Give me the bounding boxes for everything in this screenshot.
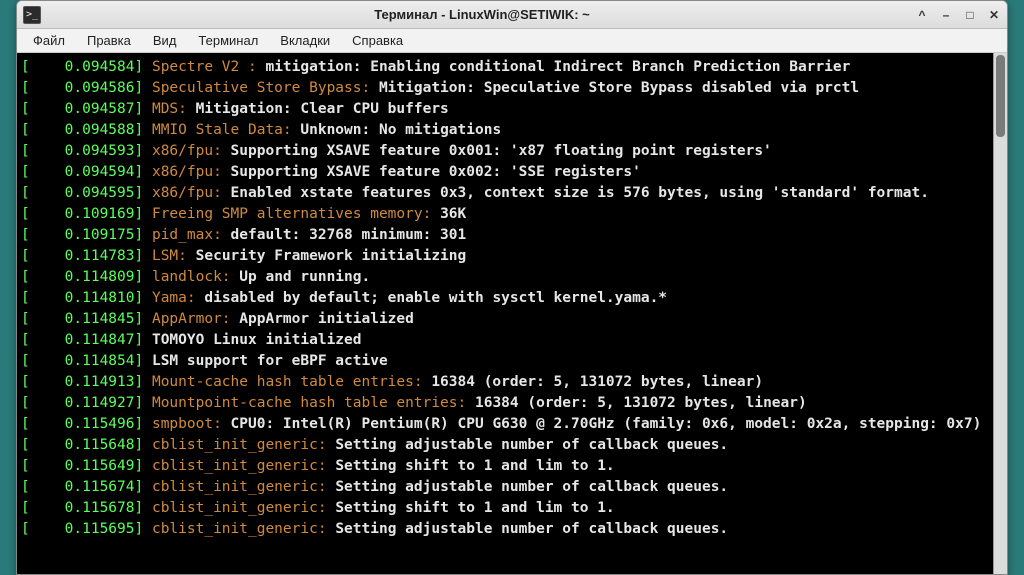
log-line: [ 0.094587] MDS: Mitigation: Clear CPU b… xyxy=(21,99,987,120)
log-line: [ 0.114810] Yama: disabled by default; e… xyxy=(21,288,987,309)
menu-terminal[interactable]: Терминал xyxy=(188,31,268,50)
log-line: [ 0.094594] x86/fpu: Supporting XSAVE fe… xyxy=(21,162,987,183)
menu-help[interactable]: Справка xyxy=(342,31,413,50)
close-icon[interactable]: ✕ xyxy=(987,8,1001,22)
menu-file[interactable]: Файл xyxy=(23,31,75,50)
log-line: [ 0.114783] LSM: Security Framework init… xyxy=(21,246,987,267)
log-line: [ 0.115695] cblist_init_generic: Setting… xyxy=(21,519,987,540)
terminal-window: >_ Терминал - LinuxWin@SETIWIK: ~ ^ – □ … xyxy=(16,0,1008,575)
menu-tabs[interactable]: Вкладки xyxy=(270,31,340,50)
log-line: [ 0.109169] Freeing SMP alternatives mem… xyxy=(21,204,987,225)
log-line: [ 0.114847] TOMOYO Linux initialized xyxy=(21,330,987,351)
log-line: [ 0.115649] cblist_init_generic: Setting… xyxy=(21,456,987,477)
log-line: [ 0.109175] pid_max: default: 32768 mini… xyxy=(21,225,987,246)
menubar: Файл Правка Вид Терминал Вкладки Справка xyxy=(17,29,1007,53)
terminal-output[interactable]: [ 0.094584] Spectre V2 : mitigation: Ena… xyxy=(17,53,993,574)
log-line: [ 0.114854] LSM support for eBPF active xyxy=(21,351,987,372)
terminal-icon: >_ xyxy=(23,6,41,24)
log-line: [ 0.114845] AppArmor: AppArmor initializ… xyxy=(21,309,987,330)
titlebar[interactable]: >_ Терминал - LinuxWin@SETIWIK: ~ ^ – □ … xyxy=(17,1,1007,29)
log-line: [ 0.114913] Mount-cache hash table entri… xyxy=(21,372,987,393)
log-line: [ 0.094595] x86/fpu: Enabled xstate feat… xyxy=(21,183,987,204)
maximize-icon[interactable]: □ xyxy=(963,8,977,22)
log-line: [ 0.115674] cblist_init_generic: Setting… xyxy=(21,477,987,498)
scrollbar-thumb[interactable] xyxy=(996,55,1005,137)
terminal-area: [ 0.094584] Spectre V2 : mitigation: Ena… xyxy=(17,53,1007,574)
log-line: [ 0.094593] x86/fpu: Supporting XSAVE fe… xyxy=(21,141,987,162)
window-controls: ^ – □ ✕ xyxy=(915,8,1001,22)
rollup-icon[interactable]: ^ xyxy=(915,8,929,22)
log-line: [ 0.115678] cblist_init_generic: Setting… xyxy=(21,498,987,519)
menu-view[interactable]: Вид xyxy=(143,31,187,50)
minimize-icon[interactable]: – xyxy=(939,8,953,22)
log-line: [ 0.094584] Spectre V2 : mitigation: Ena… xyxy=(21,57,987,78)
log-line: [ 0.094586] Speculative Store Bypass: Mi… xyxy=(21,78,987,99)
menu-edit[interactable]: Правка xyxy=(77,31,141,50)
log-line: [ 0.115648] cblist_init_generic: Setting… xyxy=(21,435,987,456)
log-line: [ 0.115496] smpboot: CPU0: Intel(R) Pent… xyxy=(21,414,987,435)
scrollbar[interactable] xyxy=(993,53,1007,574)
window-title: Терминал - LinuxWin@SETIWIK: ~ xyxy=(49,7,915,22)
log-line: [ 0.114927] Mountpoint-cache hash table … xyxy=(21,393,987,414)
log-line: [ 0.094588] MMIO Stale Data: Unknown: No… xyxy=(21,120,987,141)
log-line: [ 0.114809] landlock: Up and running. xyxy=(21,267,987,288)
